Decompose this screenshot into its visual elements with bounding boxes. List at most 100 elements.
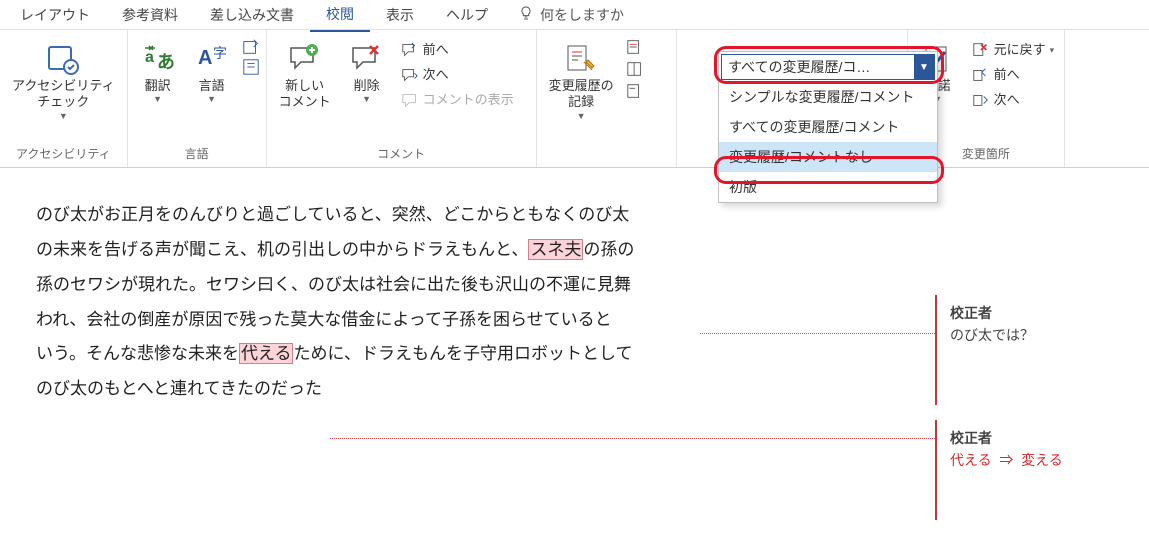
document-body[interactable]: のび太がお正月をのんびりと過ごしていると、突然、どこからともなくのび太 の未来を…: [36, 198, 796, 407]
group-label-tracking: [543, 145, 670, 167]
reject-icon: [972, 41, 990, 59]
japanese-layout-icon[interactable]: [242, 58, 260, 76]
language-button[interactable]: A 字 言語 ▼: [188, 36, 236, 110]
dropdown-option-original[interactable]: 初版: [719, 172, 937, 202]
reviewing-pane-icon[interactable]: [626, 60, 644, 78]
comment-2-author: 校正者: [950, 428, 1063, 448]
new-comment-icon: [288, 40, 322, 78]
svg-text:a: a: [145, 49, 154, 66]
svg-text:字: 字: [213, 45, 227, 61]
doc-line-6: のび太のもとへと連れてきたのだった: [36, 372, 796, 407]
dropdown-option-all[interactable]: すべての変更履歴/コメント: [719, 112, 937, 142]
doc-line-1: のび太がお正月をのんびりと過ごしていると、突然、どこからともなくのび太: [36, 198, 796, 233]
tab-help[interactable]: ヘルプ: [430, 0, 504, 31]
group-accessibility: アクセシビリティ チェック ▼ アクセシビリティ: [0, 30, 128, 167]
next-comment-button[interactable]: 次へ: [397, 63, 518, 88]
ribbon: アクセシビリティ チェック ▼ アクセシビリティ a あ 翻訳 ▼: [0, 30, 1149, 168]
delete-comment-icon: [350, 40, 384, 78]
display-for-review-value: すべての変更履歴/コ…: [722, 57, 914, 77]
svg-text:A: A: [198, 47, 212, 69]
prev-comment-button[interactable]: 前へ: [397, 38, 518, 63]
tab-review[interactable]: 校閲: [310, 0, 370, 32]
comment-2-body: 代える ⇒ 変える: [950, 450, 1063, 470]
svg-text:あ: あ: [157, 52, 175, 72]
prev-change-button[interactable]: 前へ: [968, 63, 1059, 88]
ribbon-tabs: レイアウト 参考資料 差し込み文書 校閲 表示 ヘルプ 何をしますか: [0, 0, 1149, 30]
highlight-suneo[interactable]: スネ夫: [528, 239, 583, 260]
tab-mailings[interactable]: 差し込み文書: [194, 0, 310, 31]
delete-comment-label: 削除: [354, 78, 380, 94]
group-label-language: 言語: [134, 142, 260, 167]
chevron-down-icon: ▼: [59, 111, 68, 122]
comment-connector-2: [330, 438, 935, 440]
track-changes-label: 変更履歴の 記録: [549, 78, 614, 111]
show-markup-icon[interactable]: [626, 38, 644, 56]
tell-me-label: 何をしますか: [540, 5, 624, 25]
accessibility-icon: [46, 40, 80, 78]
group-language: a あ 翻訳 ▼ A 字 言語 ▼: [128, 30, 267, 167]
delete-comment-button[interactable]: 削除 ▼: [343, 36, 391, 110]
reject-label: 元に戻す: [994, 40, 1046, 61]
doc-line-5: いう。そんな悲惨な未来を代えるために、ドラえもんを子守用ロボットとして: [36, 337, 796, 372]
language-icon: A 字: [195, 40, 229, 78]
display-for-review-dropdown: すべての変更履歴/コ… ▼ シンプルな変更履歴/コメント すべての変更履歴/コメ…: [718, 51, 938, 203]
comment-1-body: のび太では？: [950, 325, 1034, 345]
changes-nav: 元に戻す ▾ 前へ 次へ: [968, 36, 1059, 112]
tab-view[interactable]: 表示: [370, 0, 430, 31]
next-change-icon: [972, 91, 990, 109]
language-extra: [242, 36, 260, 76]
show-comments-label: コメントの表示: [423, 90, 514, 111]
group-comments: 新しい コメント 削除 ▼ 前へ: [267, 30, 537, 167]
prev-comment-label: 前へ: [423, 40, 449, 61]
tell-me-search[interactable]: 何をしますか: [504, 0, 638, 31]
dropdown-option-none[interactable]: 変更履歴/コメントなし: [719, 142, 937, 172]
bulb-icon: [518, 5, 534, 24]
reject-button[interactable]: 元に戻す ▾: [968, 38, 1059, 63]
chevron-down-icon[interactable]: ▼: [914, 55, 934, 79]
comment-2[interactable]: 校正者 代える ⇒ 変える: [950, 428, 1063, 470]
prev-change-icon: [972, 66, 990, 84]
tracking-extra: [626, 36, 644, 100]
comment-connector-1: [700, 333, 935, 335]
accessibility-check-button[interactable]: アクセシビリティ チェック ▼: [6, 36, 121, 126]
chevron-down-icon: ▼: [577, 111, 586, 122]
chevron-down-icon: ▼: [362, 94, 371, 105]
comment-1[interactable]: 校正者 のび太では？: [950, 303, 1034, 345]
next-comment-label: 次へ: [423, 65, 449, 86]
doc-line-4: われ、会社の倒産が原因で残った莫大な借金によって子孫を困らせていると: [36, 303, 796, 338]
chevron-down-icon: ▾: [1050, 43, 1055, 57]
new-comment-button[interactable]: 新しい コメント: [273, 36, 337, 115]
comment-bar-1: [935, 295, 937, 405]
tracking-options-icon[interactable]: [626, 82, 644, 100]
comment-bar-2: [935, 420, 937, 520]
next-change-button[interactable]: 次へ: [968, 88, 1059, 113]
document-area: のび太がお正月をのんびりと過ごしていると、突然、どこからともなくのび太 の未来を…: [0, 168, 1149, 407]
show-comments-icon: [401, 91, 419, 109]
accessibility-check-label: アクセシビリティ チェック: [12, 78, 115, 111]
show-comments-button: コメントの表示: [397, 88, 518, 113]
new-comment-label: 新しい コメント: [279, 78, 331, 111]
tab-layout[interactable]: レイアウト: [4, 0, 106, 31]
doc-line-3: 孫のセワシが現れた。セワシ曰く、のび太は社会に出た後も沢山の不運に見舞: [36, 268, 796, 303]
translate-icon: a あ: [141, 40, 175, 78]
prev-comment-icon: [401, 41, 419, 59]
next-change-label: 次へ: [994, 90, 1020, 111]
group-tracking: 変更履歴の 記録 ▼: [537, 30, 677, 167]
group-label-accessibility: アクセシビリティ: [6, 142, 121, 167]
track-changes-button[interactable]: 変更履歴の 記録 ▼: [543, 36, 620, 126]
translate-label: 翻訳: [145, 78, 171, 94]
display-for-review-combo[interactable]: すべての変更履歴/コ… ▼: [721, 54, 935, 80]
group-label-comments: コメント: [273, 142, 530, 167]
doc-line-2: の未来を告げる声が聞こえ、机の引出しの中からドラえもんと、スネ夫の孫の: [36, 233, 796, 268]
translate-button[interactable]: a あ 翻訳 ▼: [134, 36, 182, 110]
tab-references[interactable]: 参考資料: [106, 0, 194, 31]
comment-1-author: 校正者: [950, 303, 1034, 323]
update-ime-icon[interactable]: [242, 38, 260, 56]
next-comment-icon: [401, 66, 419, 84]
highlight-kaeru[interactable]: 代える: [239, 343, 294, 364]
comment-nav: 前へ 次へ コメントの表示: [397, 36, 518, 112]
dropdown-option-simple[interactable]: シンプルな変更履歴/コメント: [719, 82, 937, 112]
track-changes-icon: [564, 40, 598, 78]
chevron-down-icon: ▼: [153, 94, 162, 105]
chevron-down-icon: ▼: [207, 94, 216, 105]
